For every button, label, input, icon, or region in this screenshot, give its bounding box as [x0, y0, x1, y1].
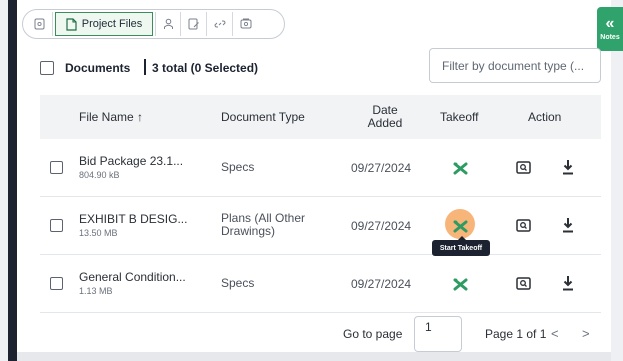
date-added: 09/27/2024 [351, 161, 412, 175]
document-type-line2: Drawings) [221, 224, 276, 238]
file-name[interactable]: General Condition... [79, 270, 186, 284]
people-icon [163, 18, 173, 29]
column-action: Action [528, 110, 562, 124]
download-icon[interactable] [562, 217, 574, 233]
start-takeoff-button[interactable] [449, 274, 471, 294]
file-icon [66, 17, 77, 31]
photo-icon [240, 18, 252, 29]
download-icon[interactable] [562, 159, 574, 175]
header-separator [144, 59, 146, 75]
start-takeoff-tooltip: Start Takeoff [432, 236, 490, 256]
link-icon [213, 20, 226, 28]
documents-count: 3 total (0 Selected) [152, 61, 259, 75]
notes-toggle-button[interactable]: « Notes [597, 7, 623, 51]
file-size: 1.13 MB [79, 286, 113, 296]
start-takeoff-button[interactable] [449, 216, 471, 236]
bottom-strip [17, 352, 611, 361]
select-all-checkbox[interactable] [40, 61, 54, 75]
page-info: Page 1 of 1 [485, 327, 547, 341]
table-header: File Name ↑ Document Type Date Added Tak… [40, 95, 601, 139]
go-to-page-label: Go to page [343, 327, 403, 341]
left-frame-border [8, 0, 17, 361]
start-takeoff-button[interactable] [449, 158, 471, 178]
file-name[interactable]: Bid Package 23.1... [79, 154, 183, 168]
view-document-icon[interactable] [516, 219, 531, 232]
table-row: General Condition... 1.13 MB Specs 09/27… [40, 255, 601, 313]
tab-documents[interactable] [27, 12, 53, 36]
column-date-added-line2: Added [367, 116, 403, 130]
takeoff-icon [453, 278, 467, 290]
takeoff-icon [453, 162, 467, 174]
tab-people[interactable] [155, 12, 181, 36]
table-row: Bid Package 23.1... 804.90 kB Specs 09/2… [40, 139, 601, 197]
documents-title: Documents [65, 61, 131, 75]
document-type: Specs [221, 276, 255, 290]
edit-document-icon [188, 18, 199, 30]
column-file-name[interactable]: File Name ↑ [79, 95, 143, 139]
previous-page-button[interactable]: < [551, 326, 559, 341]
date-added: 09/27/2024 [351, 277, 412, 291]
view-document-icon[interactable] [516, 161, 531, 174]
file-name[interactable]: EXHIBIT B DESIG... [79, 212, 187, 226]
file-size: 804.90 kB [79, 170, 120, 180]
tab-photos[interactable] [233, 12, 259, 36]
tab-links[interactable] [207, 12, 233, 36]
document-type: Specs [221, 160, 255, 174]
double-chevron-left-icon: « [605, 15, 615, 32]
document-icon [34, 18, 45, 30]
column-document-type[interactable]: Document Type [221, 95, 305, 139]
tab-project-files-label: Project Files [81, 18, 143, 30]
date-added: 09/27/2024 [351, 219, 412, 233]
document-type-filter-input[interactable] [429, 48, 601, 83]
table-row: EXHIBIT B DESIG... 13.50 MB Plans (All O… [40, 197, 601, 255]
column-date-added[interactable]: Date Added [349, 95, 421, 139]
tab-edit-documents[interactable] [181, 12, 207, 36]
takeoff-icon [453, 220, 467, 232]
tab-project-files[interactable]: Project Files [55, 12, 153, 36]
column-takeoff: Takeoff [440, 110, 479, 124]
download-icon[interactable] [562, 275, 574, 291]
file-tabs: Project Files [22, 9, 285, 39]
notes-label: Notes [600, 34, 620, 41]
row-checkbox[interactable] [50, 277, 63, 290]
row-checkbox[interactable] [50, 161, 63, 174]
view-document-icon[interactable] [516, 277, 531, 290]
file-size: 13.50 MB [79, 228, 118, 238]
row-checkbox[interactable] [50, 219, 63, 232]
page-number-input[interactable] [414, 316, 462, 352]
next-page-button[interactable]: > [582, 326, 590, 341]
document-type: Plans (All Other Drawings) [221, 212, 305, 238]
